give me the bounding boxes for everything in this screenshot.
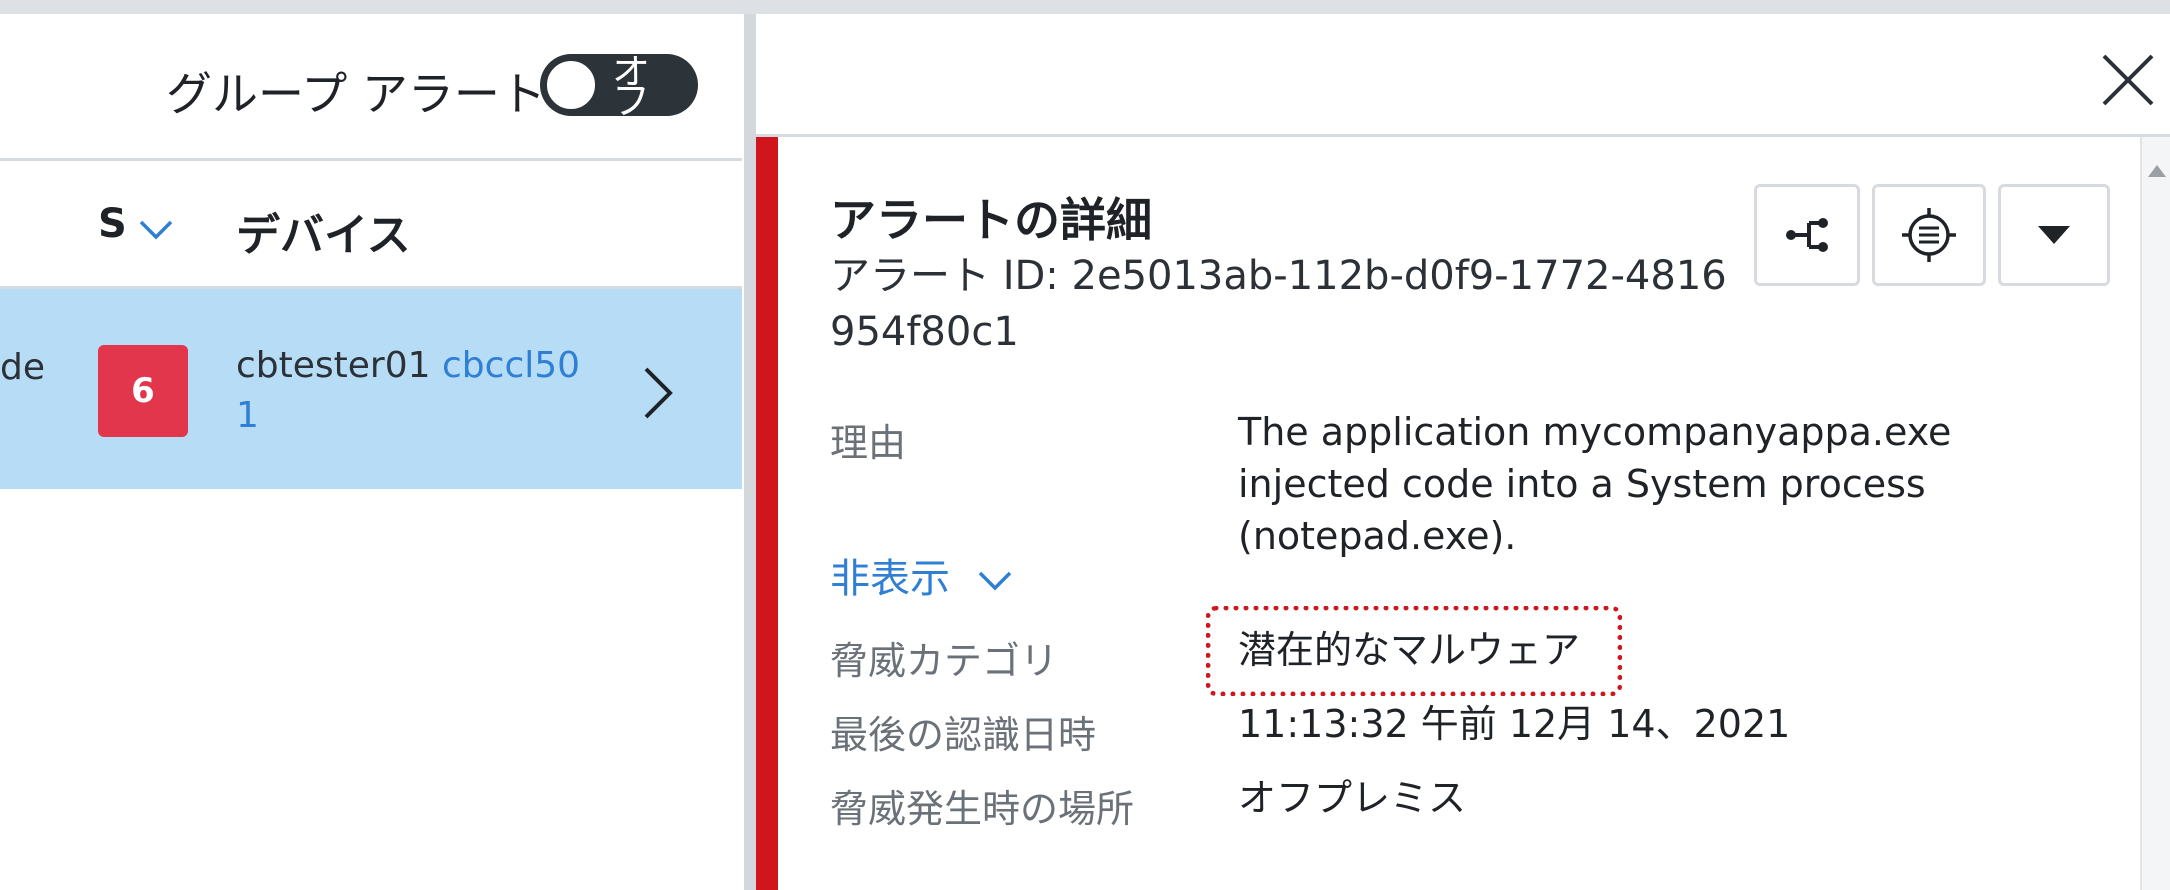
group-alerts-toggle[interactable]: オフ xyxy=(540,54,698,116)
alert-id-label: アラート ID: xyxy=(830,253,1059,299)
panel-splitter[interactable] xyxy=(744,14,756,890)
group-alerts-row: グループ アラート オフ xyxy=(0,14,742,161)
group-alerts-label: グループ アラート xyxy=(166,67,546,121)
severity-color-strip xyxy=(756,137,778,890)
alert-id: アラート ID: 2e5013ab-112b-d0f9-1772-4816954… xyxy=(830,248,1730,360)
threat-category-highlight xyxy=(1206,606,1622,696)
hide-link-text: 非表示 xyxy=(830,556,950,602)
toggle-knob xyxy=(544,58,598,112)
device-user: cbtester01 xyxy=(236,345,431,386)
reason-label: 理由 xyxy=(830,421,907,465)
scrollbar[interactable] xyxy=(2140,137,2170,890)
last-seen-label: 最後の認識日時 xyxy=(830,713,1097,757)
details-top-bar xyxy=(756,14,2170,137)
table-header: S デバイス xyxy=(0,161,742,289)
top-border xyxy=(0,0,2170,14)
table-row-selected[interactable]: de 6 cbtester01 cbccl501 xyxy=(0,289,742,489)
chevron-right-icon[interactable] xyxy=(638,365,678,421)
hide-details-link[interactable]: 非表示 xyxy=(830,546,1013,604)
details-title: アラートの詳細 xyxy=(830,193,1152,247)
investigate-icon xyxy=(1902,208,1956,262)
last-seen-value: 11:13:32 午前 12月 14、2021 xyxy=(1238,702,1791,746)
dropdown-caret-icon xyxy=(2038,226,2070,244)
location-label: 脅威発生時の場所 xyxy=(830,787,1135,831)
device-cell: cbtester01 cbccl501 xyxy=(236,341,596,441)
sort-caret-down-icon[interactable] xyxy=(138,219,174,241)
alert-details-panel: アラートの詳細 アラート ID: 2e5013ab-112b-d0f9-1772… xyxy=(756,14,2170,890)
close-icon[interactable] xyxy=(2100,52,2156,108)
location-value: オフプレミス xyxy=(1238,776,1467,820)
more-actions-button[interactable] xyxy=(1998,184,2110,286)
column-header-severity[interactable]: S xyxy=(98,201,127,247)
process-tree-icon xyxy=(1786,218,1828,252)
toggle-state-text: オフ xyxy=(612,56,651,116)
severity-badge: 6 xyxy=(98,345,188,437)
alert-list-panel: グループ アラート オフ S デバイス de 6 cbtester01 cbcc… xyxy=(0,14,742,890)
column-header-device[interactable]: デバイス xyxy=(236,199,411,263)
reason-value: The application mycompanyappa.exe inject… xyxy=(1238,410,1952,558)
process-tree-button[interactable] xyxy=(1754,184,1860,286)
threat-category-label: 脅威カテゴリ xyxy=(830,639,1059,683)
investigate-button[interactable] xyxy=(1872,184,1986,286)
chevron-down-icon xyxy=(978,571,1011,591)
row-truncated-text: de xyxy=(0,347,45,388)
scroll-up-arrow-icon[interactable] xyxy=(2148,165,2166,177)
